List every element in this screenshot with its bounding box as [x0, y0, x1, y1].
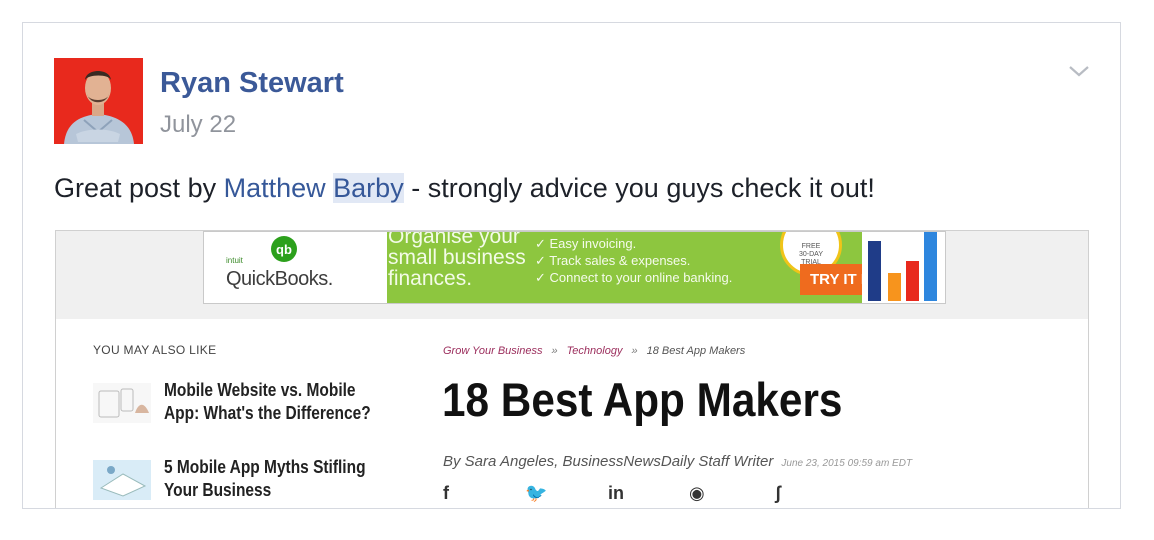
ad-graphic-bar: [888, 273, 901, 301]
related-title-line: App: What's the Difference?: [164, 403, 371, 423]
facebook-icon[interactable]: f: [443, 483, 449, 504]
ad-headline: Organise your small business finances.: [388, 231, 538, 290]
twitter-icon[interactable]: 🐦: [525, 483, 547, 504]
ad-bullet: ✓ Track sales & expenses.: [535, 253, 691, 268]
breadcrumb-link[interactable]: Grow Your Business: [443, 345, 542, 357]
quickbooks-logo-icon: qb: [266, 234, 302, 264]
sidebar-heading: YOU MAY ALSO LIKE: [93, 343, 217, 357]
ad-headline-line: Organise your: [388, 231, 520, 248]
post-text-before: Great post by: [54, 173, 224, 203]
related-thumbnail: [93, 460, 151, 500]
shared-link-preview[interactable]: qb intuit QuickBooks. Organise your smal…: [55, 230, 1089, 508]
post-text: Great post by Matthew Barby - strongly a…: [54, 173, 875, 204]
breadcrumb-current: 18 Best App Makers: [646, 345, 746, 357]
chevron-down-icon[interactable]: [1067, 63, 1091, 79]
avatar[interactable]: [54, 58, 143, 144]
ad-brand-area: qb intuit QuickBooks.: [204, 232, 387, 303]
article-timestamp: June 23, 2015 09:59 am EDT: [781, 458, 913, 469]
related-title: 5 Mobile App Myths Stifling Your Busines…: [164, 456, 366, 502]
breadcrumb-separator: »: [551, 345, 558, 357]
breadcrumb-link[interactable]: Technology: [567, 345, 623, 357]
ad-bar-chart-graphic: [862, 232, 945, 303]
post-timestamp[interactable]: July 22: [160, 111, 236, 139]
related-thumbnail: [93, 383, 151, 423]
ad-bullet: ✓ Connect to your online banking.: [535, 270, 733, 285]
ad-bullet-list: ✓ Easy invoicing. ✓ Track sales & expens…: [535, 235, 732, 286]
article-title: 18 Best App Makers: [442, 373, 843, 426]
linkedin-icon[interactable]: in: [608, 483, 624, 504]
ad-bullet: ✓ Easy invoicing.: [535, 236, 637, 251]
mention-link-first[interactable]: Matthew: [224, 173, 326, 203]
svg-text:qb: qb: [276, 242, 292, 257]
ad-graphic-bar: [906, 261, 919, 301]
ad-headline-line: finances.: [388, 267, 473, 290]
related-title-line: 5 Mobile App Myths Stifling: [164, 457, 366, 477]
related-article[interactable]: Mobile Website vs. Mobile App: What's th…: [93, 379, 393, 429]
breadcrumb: Grow Your Business » Technology » 18 Best Ap…: [443, 345, 745, 357]
byline: By Sara Angeles, BusinessNewsDaily Staff…: [443, 453, 912, 470]
related-title-line: Mobile Website vs. Mobile: [164, 380, 356, 400]
related-title-line: Your Business: [164, 480, 272, 500]
ad-brand-small: intuit: [226, 256, 243, 265]
badge-line: 30-DAY: [799, 251, 823, 258]
related-article[interactable]: 5 Mobile App Myths Stifling Your Busines…: [93, 456, 393, 506]
post-text-after: - strongly advice you guys check it out!: [403, 173, 875, 203]
badge-line: FREE: [801, 243, 821, 250]
breadcrumb-separator: »: [631, 345, 638, 357]
ad-brand: QuickBooks.: [226, 268, 333, 290]
author-photo: [54, 58, 143, 144]
facebook-post-card: Ryan Stewart July 22 Great post by Matth…: [22, 22, 1121, 509]
article-page: YOU MAY ALSO LIKE Mobile Website vs. Mob…: [56, 319, 1088, 508]
mention-link-last[interactable]: Barby: [333, 173, 404, 203]
ad-headline-line: small business: [388, 246, 526, 269]
author-name[interactable]: Ryan Stewart: [160, 67, 344, 100]
ad-graphic-bar: [868, 241, 881, 301]
ad-graphic-bar: [924, 232, 937, 301]
reddit-icon[interactable]: ◉: [689, 483, 705, 504]
stumbleupon-icon[interactable]: ʃ: [775, 483, 781, 504]
related-title: Mobile Website vs. Mobile App: What's th…: [164, 379, 371, 425]
byline-author: By Sara Angeles, BusinessNewsDaily Staff…: [443, 453, 774, 470]
share-bar: f 🐦 in ◉ ʃ: [443, 483, 923, 507]
quickbooks-ad-banner[interactable]: qb intuit QuickBooks. Organise your smal…: [203, 231, 946, 304]
ad-green-panel: Organise your small business finances. ✓…: [387, 231, 945, 303]
